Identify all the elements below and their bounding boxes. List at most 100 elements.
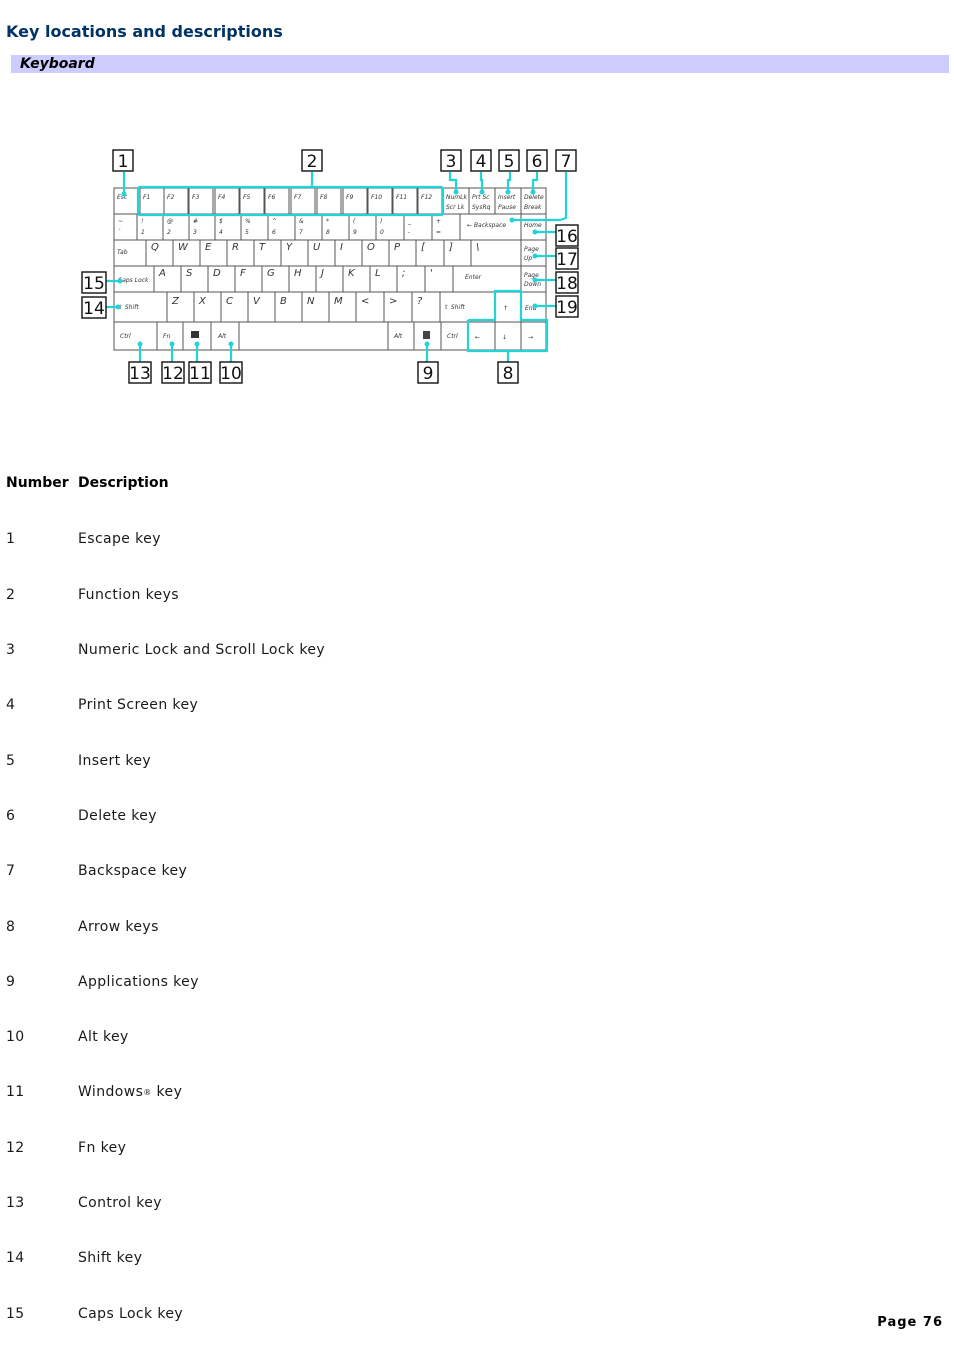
callout-12: 12 [161, 361, 185, 384]
description-text: Windows [78, 1084, 144, 1100]
key-legend: Tab [117, 249, 128, 256]
key-legend: B [280, 296, 287, 307]
key-legend: C [226, 296, 233, 307]
leader-dot-13 [137, 341, 143, 347]
table-row-number: 2 [6, 587, 16, 603]
key-legend: ) [379, 218, 382, 225]
table-row-description: Caps Lock key [78, 1306, 184, 1322]
page-title: Key locations and descriptions [6, 22, 283, 41]
table-row-number: 5 [6, 753, 16, 769]
key-f1 [139, 187, 165, 215]
key-enter [452, 265, 522, 293]
key-legend: Prt Sc [472, 194, 490, 201]
callout-11: 11 [188, 361, 212, 384]
key-legend: ` [118, 229, 121, 236]
key-legend: % [245, 218, 251, 225]
key-legend: < [361, 296, 369, 307]
leader-dot-15 [117, 278, 123, 284]
key-space [238, 321, 389, 351]
callout-number: 7 [561, 152, 572, 172]
key-legend: Page [524, 246, 539, 253]
key-legend: Scr Lk [446, 204, 465, 211]
key-legend: ← Backspace [467, 222, 506, 229]
key-legend: S [186, 268, 193, 279]
key-f2 [163, 187, 189, 215]
table-row-number: 11 [6, 1084, 25, 1100]
callout-4: 4 [470, 149, 492, 172]
key-legend: & [299, 218, 304, 225]
leader-dot-7 [509, 217, 515, 223]
leader-dot-11 [194, 341, 200, 347]
table-row-number: 6 [6, 808, 16, 824]
leader-dot-3 [453, 189, 459, 195]
key-legend: I [340, 242, 343, 253]
key-legend: ↓ [502, 334, 507, 341]
callout-1: 1 [112, 149, 134, 172]
leader-dot-5 [505, 189, 511, 195]
leader-dot-1 [121, 191, 127, 197]
callout-number: 5 [504, 152, 515, 172]
table-row-description: Insert key [78, 753, 152, 769]
table-row-number: 4 [6, 697, 16, 713]
key-legend: F1 [143, 194, 150, 201]
callout-number: 10 [220, 364, 242, 384]
leader-dot-19 [532, 303, 538, 309]
table-row-number: 15 [6, 1306, 25, 1322]
callout-number: 11 [189, 364, 211, 384]
callout-6: 6 [526, 149, 548, 172]
callout-5: 5 [498, 149, 520, 172]
key-legend: F9 [346, 194, 353, 201]
table-row-description: Fn key [78, 1140, 127, 1156]
callout-16: 16 [555, 224, 579, 247]
key-legend: A [158, 268, 166, 279]
table-row-description: Print Screen key [78, 697, 199, 713]
key-legend: + [436, 218, 441, 225]
section-header: Keyboard [11, 55, 949, 73]
callout-number: 9 [423, 364, 434, 384]
callout-19: 19 [555, 295, 579, 318]
key-legend: Alt [217, 333, 227, 340]
callout-number: 8 [503, 364, 514, 384]
column-header-number: Number [6, 475, 69, 491]
key-legend: T [259, 242, 266, 253]
leader-dot-4 [479, 189, 485, 195]
key-legend: $ [219, 218, 223, 225]
key-legend: ] [448, 242, 453, 253]
table-row-description: Arrow keys [78, 919, 159, 935]
key-legend: NumLk [446, 194, 467, 201]
key-legend: F10 [371, 194, 382, 201]
page-number: Page 76 [877, 1315, 943, 1330]
callout-number: 16 [556, 227, 578, 247]
key-arrow-right [520, 321, 547, 351]
key-legend: > [389, 296, 397, 307]
callout-number: 4 [476, 152, 487, 172]
key-legend: Insert [498, 194, 516, 201]
key-legend: O [367, 242, 375, 253]
key-legend: = [436, 229, 441, 236]
key-esc [113, 187, 139, 215]
table-row-description: Numeric Lock and Scroll Lock key [78, 642, 326, 658]
key-legend: 3 [193, 229, 197, 236]
key-legend: Caps Lock [118, 277, 149, 284]
key-arrow-down [494, 321, 522, 351]
key-legend: F12 [421, 194, 432, 201]
key-legend: ↑ [503, 305, 508, 312]
callout-8: 8 [497, 361, 519, 384]
key-legend: ? [417, 296, 423, 307]
callout-number: 18 [556, 274, 578, 294]
key-legend: Up [524, 255, 532, 262]
table-row-description: Control key [78, 1195, 162, 1211]
key-legend: R [232, 242, 239, 253]
key-legend: \ [476, 242, 479, 253]
key-legend: Pause [498, 204, 516, 211]
key-legend: ← [475, 334, 480, 341]
key-legend: 8 [326, 229, 330, 236]
table-row-number: 10 [6, 1029, 25, 1045]
key-legend: P [394, 242, 401, 253]
key-legend: F5 [243, 194, 250, 201]
key-legend: 7 [299, 229, 303, 236]
key-legend: D [213, 268, 221, 279]
key-legend: Ctrl [447, 333, 458, 340]
table-row-description: Alt key [78, 1029, 129, 1045]
table-row-number: 7 [6, 863, 16, 879]
